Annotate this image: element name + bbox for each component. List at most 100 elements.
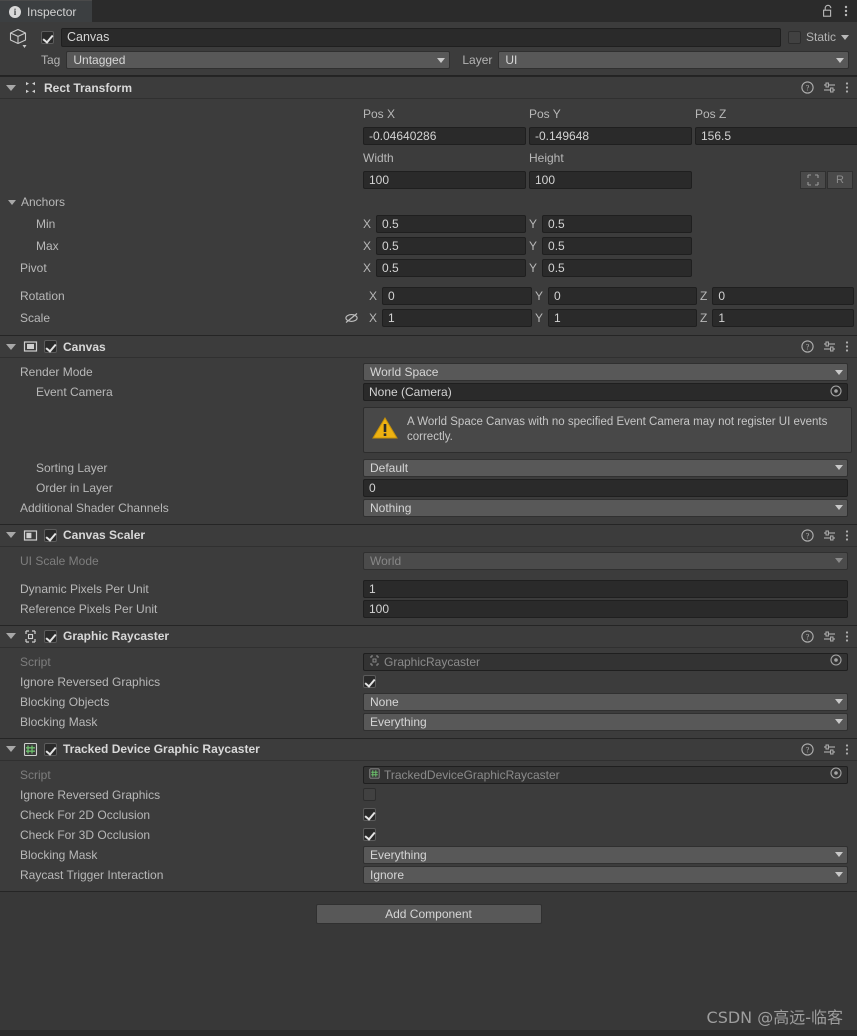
pos-x-field[interactable]: -0.04640286 <box>363 127 526 145</box>
pos-z-field[interactable]: 156.5 <box>695 127 857 145</box>
foldout-arrow-icon[interactable] <box>6 532 16 539</box>
preset-settings-icon[interactable] <box>823 630 836 643</box>
component-header-graphic-raycaster[interactable]: Graphic Raycaster ? <box>0 625 857 648</box>
event-camera-object-field[interactable]: None (Camera) <box>363 383 848 401</box>
help-icon[interactable]: ? <box>801 529 814 542</box>
kebab-menu-icon[interactable] <box>845 630 849 643</box>
svg-text:?: ? <box>806 531 810 540</box>
pivot-y-field[interactable]: 0.5 <box>542 259 692 277</box>
rect-transform-size-fields: 100 100 R <box>0 169 857 191</box>
component-enabled-checkbox[interactable] <box>44 629 57 643</box>
ignore-reversed-graphics-checkbox[interactable] <box>363 675 376 689</box>
help-icon[interactable]: ? <box>801 630 814 643</box>
blocking-mask-label: Blocking Mask <box>20 714 98 729</box>
reference-pixels-per-unit-field[interactable]: 100 <box>363 599 848 618</box>
anchor-max-y-field[interactable]: 0.5 <box>542 237 692 255</box>
sorting-layer-dropdown[interactable]: Default <box>363 458 848 477</box>
rotation-x-field[interactable]: 0 <box>382 287 532 305</box>
row-gr-blocking-objects: Blocking Objects None <box>0 692 857 712</box>
kebab-menu-icon[interactable] <box>844 4 848 18</box>
render-mode-dropdown[interactable]: World Space <box>363 363 848 381</box>
anchor-min-x-field[interactable]: 0.5 <box>376 215 526 233</box>
component-enabled-checkbox[interactable] <box>44 742 57 756</box>
cube-icon <box>8 26 34 52</box>
blocking-objects-dropdown[interactable]: None <box>363 692 848 711</box>
window-bottom-strip <box>0 1030 857 1036</box>
scale-z-field[interactable]: 1 <box>712 309 854 327</box>
component-enabled-checkbox[interactable] <box>44 528 57 542</box>
row-order-in-layer: Order in Layer 0 <box>0 478 857 498</box>
rotation-y-field[interactable]: 0 <box>548 287 697 305</box>
help-icon[interactable]: ? <box>801 743 814 756</box>
pivot-x-field[interactable]: 0.5 <box>376 259 526 277</box>
object-enabled-checkbox[interactable] <box>41 30 54 44</box>
preset-settings-icon[interactable] <box>823 340 836 353</box>
tab-inspector[interactable]: i Inspector <box>0 0 92 22</box>
ignore-reversed-graphics-label: Ignore Reversed Graphics <box>20 787 161 802</box>
check-for-3d-occlusion-checkbox[interactable] <box>363 828 376 842</box>
object-picker-icon[interactable] <box>830 384 842 400</box>
kebab-menu-icon[interactable] <box>845 340 849 353</box>
foldout-arrow-icon[interactable] <box>6 343 16 350</box>
anchor-max-label: Max <box>36 239 59 253</box>
ignore-reversed-graphics-checkbox[interactable] <box>363 788 376 802</box>
axis-label-x: X <box>369 289 378 303</box>
help-icon[interactable]: ? <box>801 81 814 94</box>
order-in-layer-field[interactable]: 0 <box>363 478 848 497</box>
rect-transform-icon <box>23 80 38 95</box>
blocking-mask-dropdown[interactable]: Everything <box>363 845 848 864</box>
preset-settings-icon[interactable] <box>823 81 836 94</box>
component-header-rect-transform[interactable]: Rect Transform ? <box>0 77 857 99</box>
preset-settings-icon[interactable] <box>823 743 836 756</box>
object-picker-icon[interactable] <box>830 767 842 782</box>
reference-pixels-per-unit-label: Reference Pixels Per Unit <box>20 601 158 616</box>
component-header-canvas-scaler[interactable]: Canvas Scaler ? <box>0 524 857 547</box>
check-for-2d-occlusion-checkbox[interactable] <box>363 808 376 822</box>
foldout-arrow-icon[interactable] <box>6 84 16 91</box>
foldout-arrow-icon[interactable] <box>6 746 16 753</box>
anchor-max-x-field[interactable]: 0.5 <box>376 237 526 255</box>
kebab-menu-icon[interactable] <box>845 81 849 94</box>
axis-label-y: Y <box>535 311 544 325</box>
constrain-proportions-off-icon[interactable] <box>340 312 363 324</box>
width-field[interactable]: 100 <box>363 171 526 189</box>
pos-y-field[interactable]: -0.149648 <box>529 127 692 145</box>
blueprint-mode-button[interactable] <box>800 171 826 189</box>
component-header-tracked-device-graphic-raycaster[interactable]: Tracked Device Graphic Raycaster ? <box>0 738 857 761</box>
additional-shader-channels-dropdown[interactable]: Nothing <box>363 498 848 517</box>
preset-settings-icon[interactable] <box>823 529 836 542</box>
sorting-layer-value: Default <box>370 460 409 475</box>
scale-x-field[interactable]: 1 <box>382 309 532 327</box>
raycast-trigger-interaction-dropdown[interactable]: Ignore <box>363 865 848 884</box>
object-picker-icon[interactable] <box>830 654 842 669</box>
dynamic-pixels-per-unit-label: Dynamic Pixels Per Unit <box>20 581 149 596</box>
help-icon[interactable]: ? <box>801 340 814 353</box>
component-enabled-checkbox[interactable] <box>44 340 57 353</box>
row-event-camera: Event Camera None (Camera) <box>0 382 857 402</box>
add-component-button[interactable]: Add Component <box>315 903 542 924</box>
lock-open-icon[interactable] <box>822 4 834 18</box>
object-name-field[interactable]: Canvas <box>61 27 781 47</box>
dynamic-pixels-per-unit-field[interactable]: 1 <box>363 579 848 598</box>
axis-label-x: X <box>369 311 378 325</box>
axis-label-y: Y <box>529 217 538 231</box>
foldout-arrow-icon[interactable] <box>6 633 16 640</box>
blocking-mask-dropdown[interactable]: Everything <box>363 712 848 731</box>
scale-y-field[interactable]: 1 <box>548 309 697 327</box>
anchors-foldout-row[interactable]: Anchors <box>0 191 857 213</box>
height-field[interactable]: 100 <box>529 171 692 189</box>
rotation-z-field[interactable]: 0 <box>712 287 854 305</box>
anchors-foldout-icon[interactable] <box>8 199 16 205</box>
layer-dropdown[interactable]: UI <box>498 51 849 69</box>
kebab-menu-icon[interactable] <box>845 529 849 542</box>
component-header-canvas[interactable]: Canvas ? <box>0 336 857 358</box>
row-reference-pixels-per-unit: Reference Pixels Per Unit 100 <box>0 599 857 619</box>
static-checkbox[interactable] <box>787 30 801 44</box>
inspector-scroll-area[interactable]: Rect Transform ? Pos X Pos Y Pos Z -0.04… <box>0 76 857 1030</box>
static-dropdown-caret-icon[interactable] <box>841 34 849 40</box>
anchor-min-y-field[interactable]: 0.5 <box>542 215 692 233</box>
raw-edit-mode-button[interactable]: R <box>827 171 853 189</box>
tag-dropdown[interactable]: Untagged <box>66 51 451 69</box>
kebab-menu-icon[interactable] <box>845 743 849 756</box>
chevron-down-icon <box>437 57 446 63</box>
